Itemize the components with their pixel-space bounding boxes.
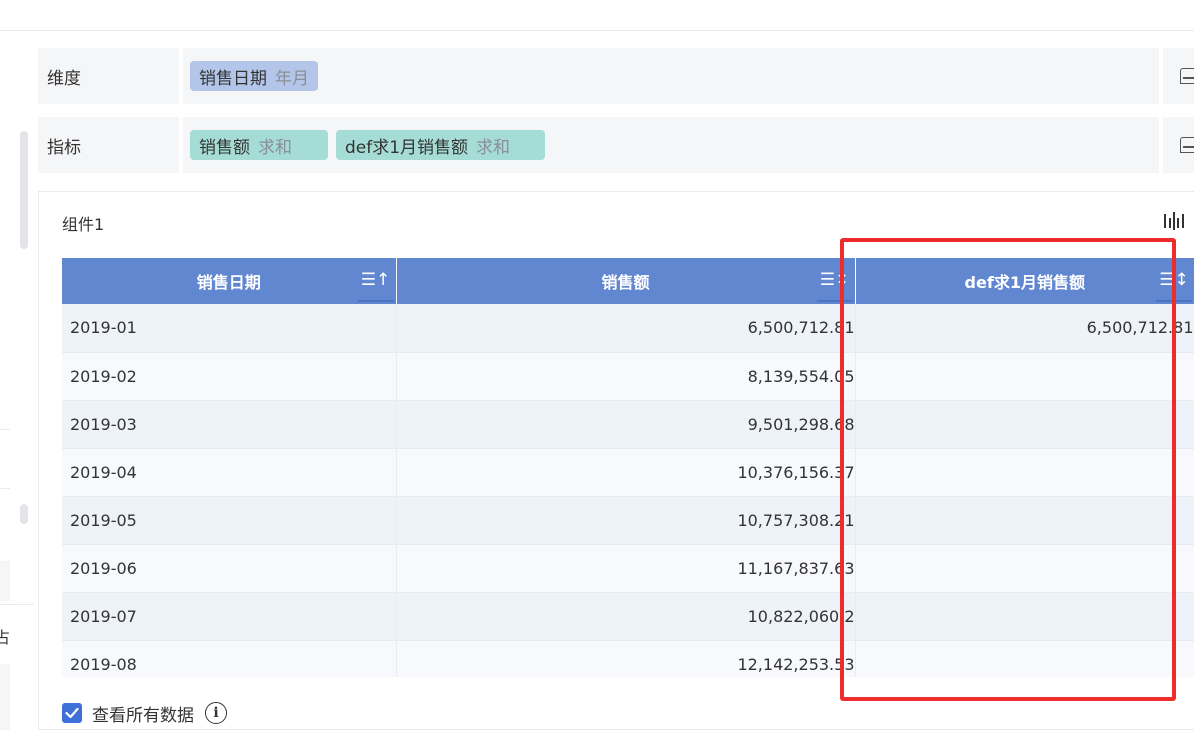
- chip-aggregation: 求和: [258, 137, 292, 158]
- component-title: 组件1: [62, 215, 105, 234]
- cell-jan-sales: 6,500,712.81: [855, 304, 1194, 353]
- left-panel: 占: [0, 31, 34, 730]
- table-row: 2019-02 8,139,554.05: [62, 352, 1194, 401]
- left-divider: [0, 429, 10, 430]
- table-header-row: 销售日期 ☰↑ 销售额 ☰↕ def求1月销售额 ☰↕: [62, 258, 1194, 304]
- data-table-container[interactable]: 销售日期 ☰↑ 销售额 ☰↕ def求1月销售额 ☰↕ 2019-01 6,50…: [62, 258, 1194, 677]
- cell-sales: 9,501,298.68: [396, 400, 856, 449]
- metric-row: 指标 销售额 求和 def求1月销售额 求和: [38, 117, 1194, 173]
- column-header-sales-date[interactable]: 销售日期 ☰↑: [62, 258, 397, 304]
- dimension-drop-zone[interactable]: 销售日期 年月: [183, 48, 1159, 104]
- chip-aggregation: 年月: [275, 68, 309, 89]
- cell-sales: 6,500,712.81: [396, 304, 856, 353]
- dimension-row: 维度 销售日期 年月: [38, 48, 1194, 104]
- dimension-label: 维度: [38, 48, 179, 104]
- chip-field-name: 销售日期: [199, 68, 267, 89]
- metric-label: 指标: [38, 117, 179, 173]
- left-panel-item[interactable]: [0, 561, 10, 601]
- cell-jan-sales: [855, 592, 1194, 641]
- chip-aggregation: 求和: [476, 137, 511, 158]
- cell-date: 2019-01: [62, 304, 397, 353]
- metric-row-action[interactable]: [1163, 117, 1194, 173]
- cell-date: 2019-04: [62, 448, 397, 497]
- cell-sales: 11,167,837.63: [396, 544, 856, 593]
- table-row: 2019-01 6,500,712.81 6,500,712.81: [62, 304, 1194, 353]
- clear-field-icon[interactable]: [1180, 68, 1194, 84]
- metric-drop-zone[interactable]: 销售额 求和 def求1月销售额 求和: [183, 117, 1159, 173]
- cell-jan-sales: [855, 640, 1194, 677]
- cell-date: 2019-07: [62, 592, 397, 641]
- column-header-label: 销售日期: [196, 273, 261, 292]
- table-row: 2019-04 10,376,156.37: [62, 448, 1194, 497]
- metric-chip-jan-sales[interactable]: def求1月销售额 求和: [336, 130, 545, 160]
- cell-sales: 12,142,253.53: [396, 640, 856, 677]
- cell-sales: 10,757,308.21: [396, 496, 856, 545]
- left-scrollbar[interactable]: [20, 131, 28, 249]
- clear-field-icon[interactable]: [1180, 137, 1194, 153]
- table-footer: 查看所有数据 i: [62, 701, 227, 726]
- checkmark-icon: [65, 707, 79, 719]
- chip-field-name: 销售额: [199, 137, 250, 158]
- left-panel-item[interactable]: [0, 664, 10, 730]
- left-scrollbar-lower[interactable]: [20, 504, 28, 524]
- info-icon[interactable]: i: [205, 702, 227, 724]
- cell-sales: 10,822,060.2: [396, 592, 856, 641]
- cell-date: 2019-05: [62, 496, 397, 545]
- table-row: 2019-08 12,142,253.53: [62, 640, 1194, 677]
- top-bar: [0, 0, 1194, 31]
- table-row: 2019-07 10,822,060.2: [62, 592, 1194, 641]
- cell-date: 2019-08: [62, 640, 397, 677]
- table-row: 2019-03 9,501,298.68: [62, 400, 1194, 449]
- column-header-sales[interactable]: 销售额 ☰↕: [396, 258, 856, 304]
- dimension-row-action[interactable]: [1163, 48, 1194, 104]
- cell-date: 2019-06: [62, 544, 397, 593]
- view-all-label[interactable]: 查看所有数据: [92, 701, 194, 726]
- cell-jan-sales: [855, 496, 1194, 545]
- data-table: 销售日期 ☰↑ 销售额 ☰↕ def求1月销售额 ☰↕ 2019-01 6,50…: [62, 258, 1194, 677]
- column-header-label: def求1月销售额: [964, 273, 1085, 292]
- sort-icon[interactable]: ☰↕: [816, 260, 853, 302]
- metric-chip-sales[interactable]: 销售额 求和: [190, 130, 328, 160]
- column-header-jan-sales[interactable]: def求1月销售额 ☰↕: [855, 258, 1194, 304]
- table-row: 2019-06 11,167,837.63: [62, 544, 1194, 593]
- cell-jan-sales: [855, 448, 1194, 497]
- cell-date: 2019-02: [62, 352, 397, 401]
- app-page: 占 维度 销售日期 年月 指标 销售额 求和 def求1月销售额 求和 组件1 …: [0, 0, 1194, 730]
- chip-field-name: def求1月销售额: [345, 137, 469, 158]
- cell-sales: 8,139,554.05: [396, 352, 856, 401]
- dimension-chip-sales-date[interactable]: 销售日期 年月: [190, 61, 318, 91]
- left-divider: [0, 604, 34, 605]
- column-header-label: 销售额: [601, 273, 650, 292]
- view-all-checkbox[interactable]: [62, 703, 82, 723]
- chart-type-icon[interactable]: [1163, 212, 1185, 230]
- cell-sales: 10,376,156.37: [396, 448, 856, 497]
- cell-jan-sales: [855, 352, 1194, 401]
- cell-date: 2019-03: [62, 400, 397, 449]
- cell-jan-sales: [855, 544, 1194, 593]
- cell-jan-sales: [855, 400, 1194, 449]
- left-panel-glyph: 占: [0, 628, 11, 647]
- sort-icon[interactable]: ☰↕: [1156, 260, 1192, 302]
- sort-ascending-icon[interactable]: ☰↑: [357, 260, 394, 302]
- left-divider: [0, 488, 10, 489]
- table-row: 2019-05 10,757,308.21: [62, 496, 1194, 545]
